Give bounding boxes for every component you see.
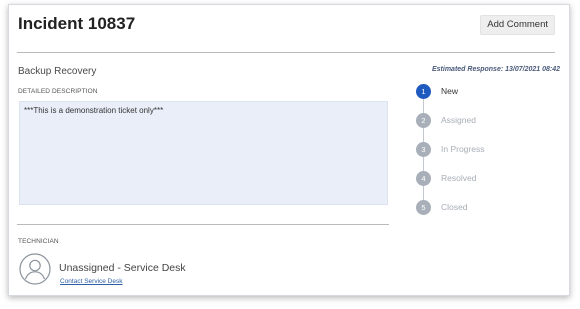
estimated-response: Estimated Response: 13/07/2021 08:42 bbox=[431, 66, 560, 73]
status-step-assigned: 2 Assigned bbox=[416, 113, 536, 128]
incident-card: Incident 10837 Add Comment Backup Recove… bbox=[8, 4, 570, 296]
description-box: ***This is a demonstration ticket only**… bbox=[19, 101, 388, 205]
step-number: 3 bbox=[416, 142, 431, 157]
status-step-resolved: 4 Resolved bbox=[416, 171, 536, 186]
step-number: 2 bbox=[416, 113, 431, 128]
step-number: 1 bbox=[416, 84, 431, 99]
add-comment-button[interactable]: Add Comment bbox=[480, 15, 555, 35]
step-label: New bbox=[441, 86, 459, 96]
description-text: ***This is a demonstration ticket only**… bbox=[24, 106, 164, 115]
step-label: In Progress bbox=[441, 144, 485, 154]
technician-label: TECHNICIAN bbox=[18, 238, 59, 245]
step-label: Assigned bbox=[441, 115, 476, 125]
status-step-in-progress: 3 In Progress bbox=[416, 142, 536, 157]
user-avatar-icon bbox=[19, 253, 51, 285]
status-stepper: 1 New 2 Assigned 3 In Progress 4 Resolve… bbox=[414, 84, 554, 224]
contact-service-desk-link[interactable]: Contact Service Desk bbox=[60, 278, 123, 285]
step-label: Resolved bbox=[441, 173, 477, 183]
page-title: Incident 10837 bbox=[18, 14, 136, 33]
step-number: 4 bbox=[416, 171, 431, 186]
technician-name: Unassigned - Service Desk bbox=[59, 262, 186, 274]
step-number: 5 bbox=[416, 200, 431, 215]
status-step-closed: 5 Closed bbox=[416, 200, 536, 215]
description-label: DETAILED DESCRIPTION bbox=[18, 88, 98, 95]
step-label: Closed bbox=[441, 202, 468, 212]
status-step-new: 1 New bbox=[416, 84, 536, 99]
header-divider bbox=[17, 52, 555, 53]
incident-subject: Backup Recovery bbox=[18, 66, 97, 77]
technician-divider bbox=[17, 224, 389, 225]
